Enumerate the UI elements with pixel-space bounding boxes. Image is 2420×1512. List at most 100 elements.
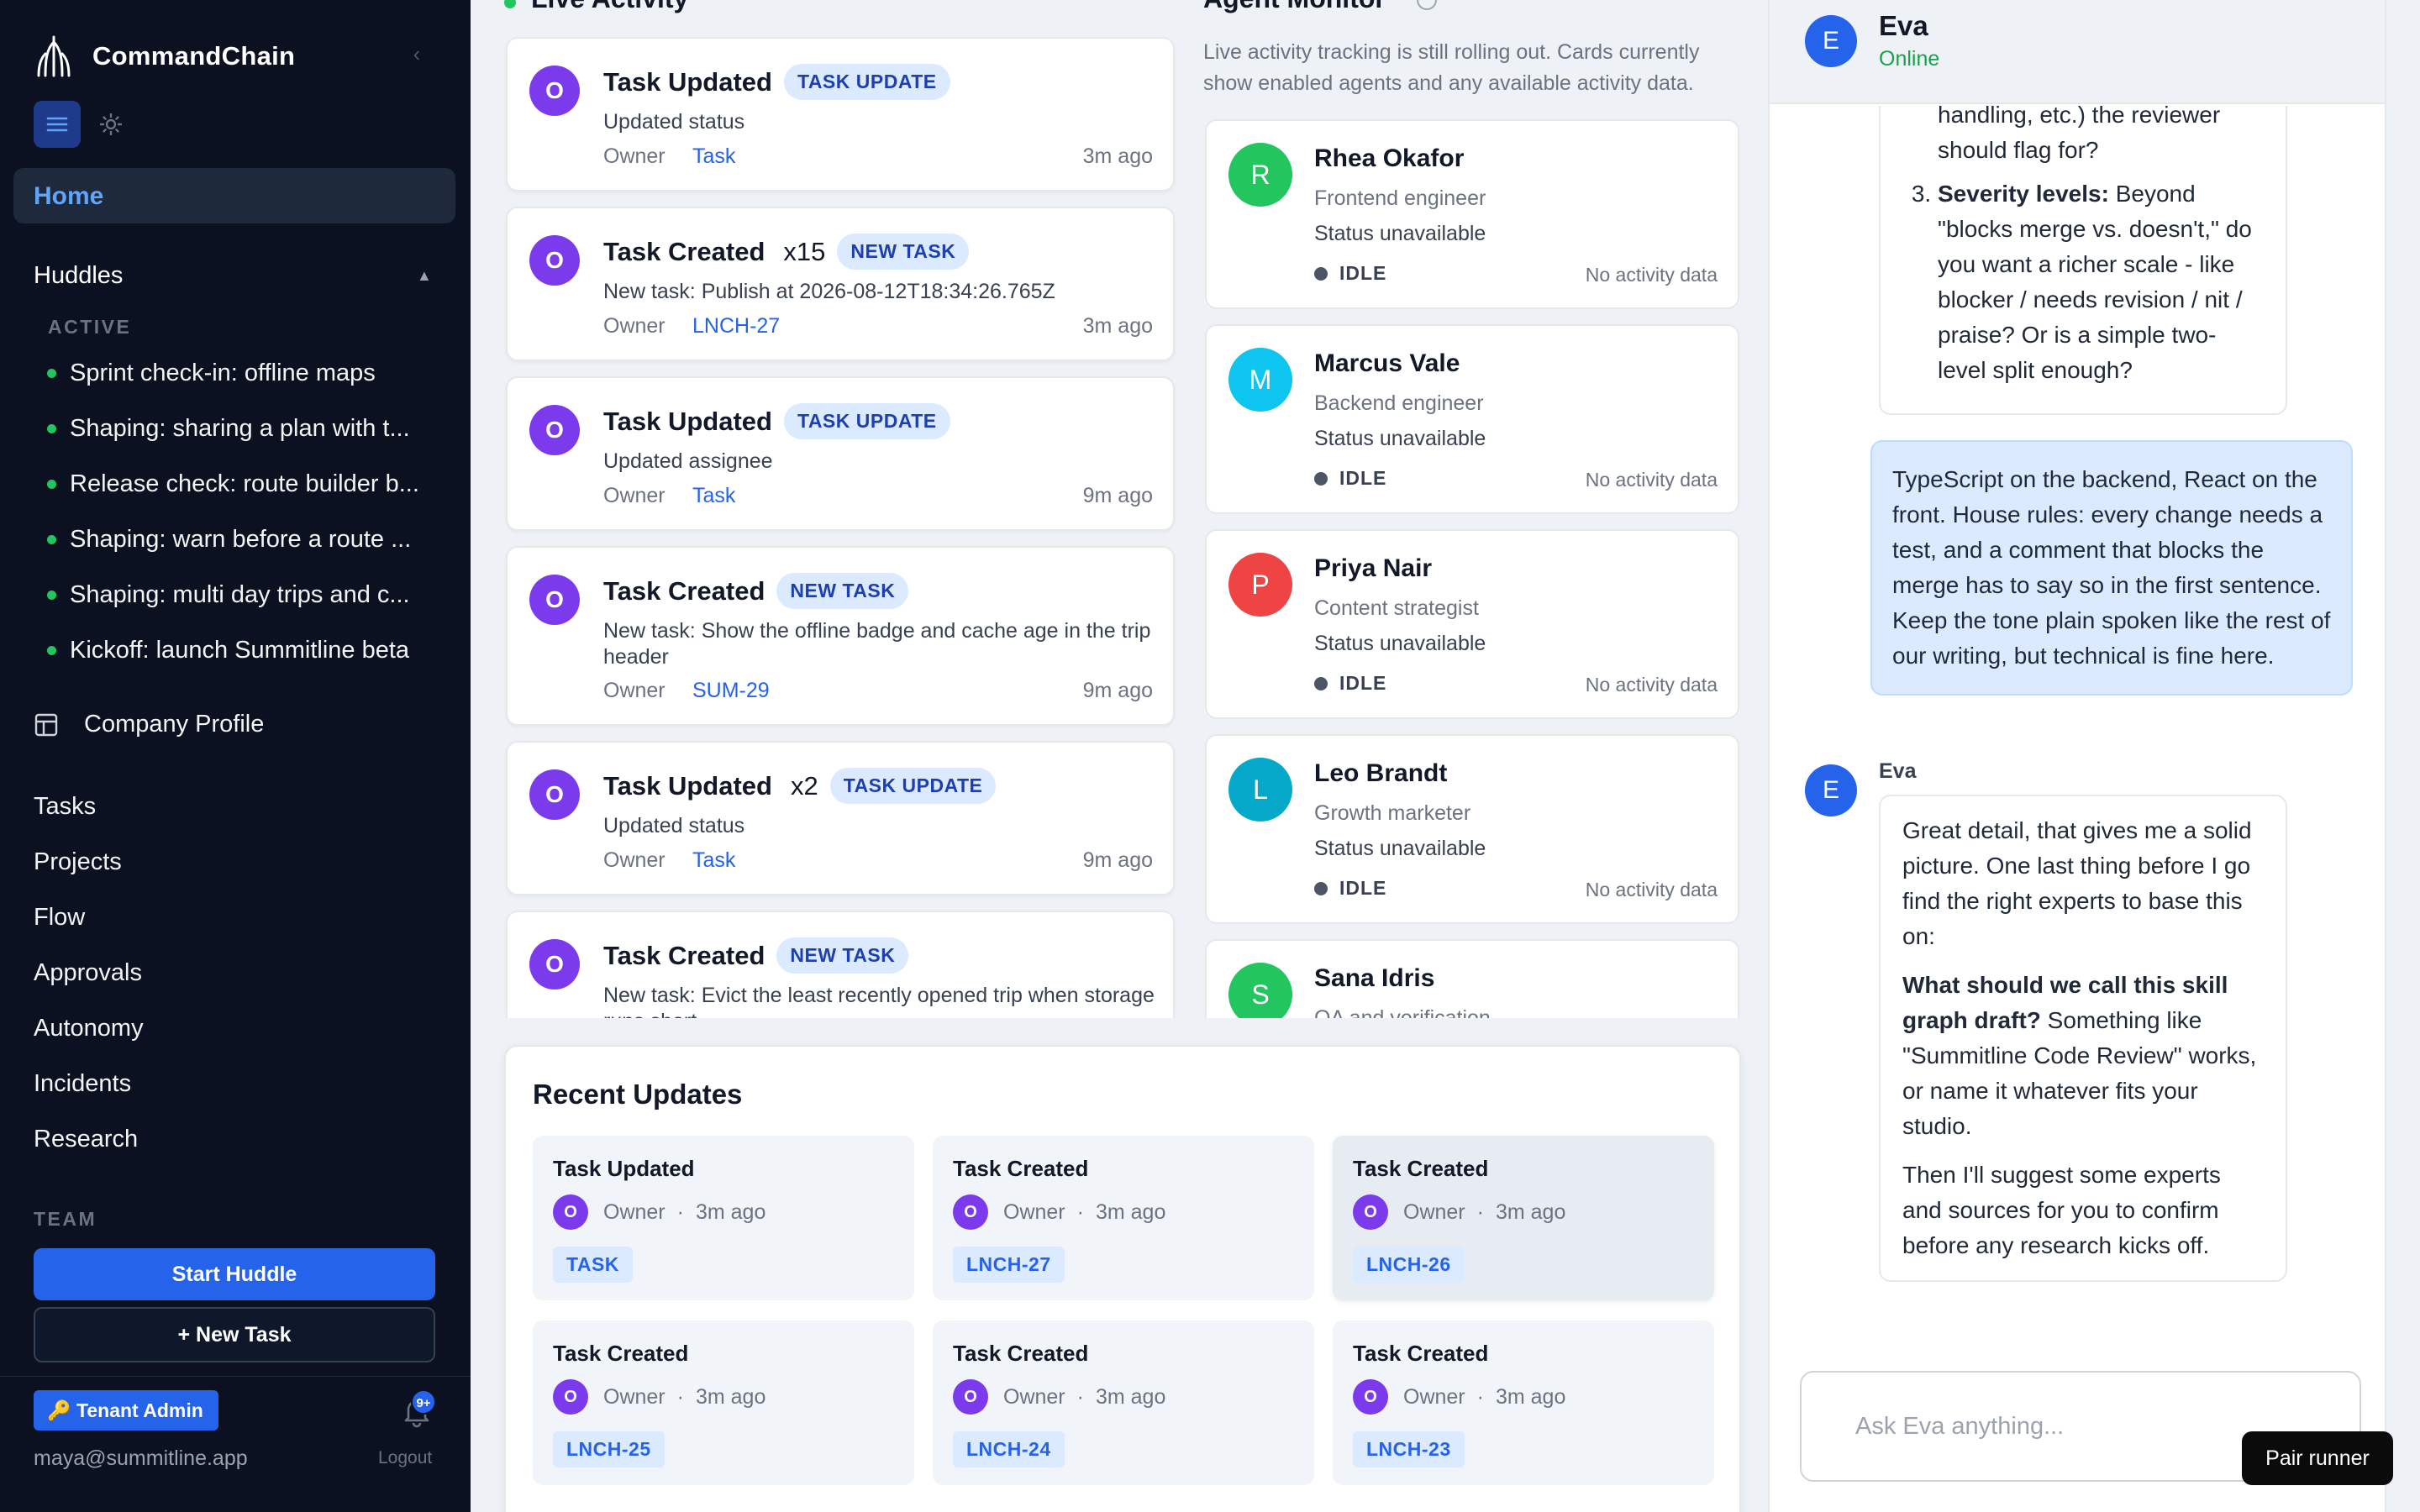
sidebar-item-approvals[interactable]: Approvals <box>34 959 142 987</box>
agent-card[interactable]: S Sana Idris QA and verification <box>1205 939 1739 1018</box>
agent-name: Sana Idris <box>1314 964 1435 992</box>
huddle-item[interactable]: Sprint check-in: offline maps <box>47 356 442 390</box>
avatar: O <box>529 769 580 820</box>
tenant-admin-badge[interactable]: 🔑 Tenant Admin <box>34 1390 218 1431</box>
avatar: O <box>1353 1194 1388 1230</box>
idle-dot-icon <box>1314 676 1328 690</box>
new-task-badge: NEW TASK <box>837 234 970 270</box>
activity-card[interactable]: O Task Created NEW TASK New task: Show t… <box>506 546 1175 726</box>
agent-status: Status unavailable <box>1314 837 1486 860</box>
agent-avatar: S <box>1228 963 1292 1018</box>
sidebar-item-company-profile[interactable]: Company Profile <box>34 711 264 738</box>
activity-description: New task: Publish at 2026-08-12T18:34:26… <box>603 280 1055 303</box>
task-tag[interactable]: TASK <box>553 1247 633 1283</box>
avatar: O <box>529 575 580 625</box>
sidebar-item-research[interactable]: Research <box>34 1126 138 1153</box>
caret-up-icon[interactable]: ▲ <box>417 267 432 285</box>
huddle-item[interactable]: Shaping: multi day trips and c... <box>47 578 442 612</box>
activity-owner: Owner <box>603 484 666 507</box>
task-tag[interactable]: LNCH-27 <box>953 1247 1065 1283</box>
status-dot-icon <box>47 590 56 600</box>
activity-task-link[interactable]: LNCH-27 <box>692 314 780 339</box>
gear-icon[interactable] <box>87 101 134 148</box>
avatar: O <box>953 1379 988 1415</box>
activity-time: 3m ago <box>1082 314 1153 338</box>
agent-name: Marcus Vale <box>1314 349 1460 377</box>
activity-title: Task Updated TASK UPDATE <box>603 64 950 100</box>
recent-update-card[interactable]: Task Created O Owner · 3m ago LNCH-26 <box>1333 1136 1714 1300</box>
chat-input[interactable] <box>1855 1408 2292 1445</box>
start-huddle-button[interactable]: Start Huddle <box>34 1248 435 1300</box>
agent-state: IDLE <box>1314 672 1386 695</box>
user-message: TypeScript on the backend, React on the … <box>1870 440 2353 696</box>
agent-state: IDLE <box>1314 877 1386 900</box>
huddle-item[interactable]: Shaping: warn before a route ... <box>47 522 442 556</box>
avatar: O <box>1353 1379 1388 1415</box>
task-update-badge: TASK UPDATE <box>783 64 950 100</box>
sidebar-item-incidents[interactable]: Incidents <box>34 1070 131 1098</box>
pair-runner-button[interactable]: Pair runner <box>2242 1431 2393 1485</box>
activity-description: Updated status <box>603 110 745 134</box>
activity-card[interactable]: O Task Updated TASK UPDATE Updated statu… <box>506 37 1175 192</box>
agent-activity: No activity data <box>1585 879 1718 900</box>
recent-update-card[interactable]: Task Created O Owner · 3m ago LNCH-27 <box>933 1136 1314 1300</box>
activity-owner: Owner <box>603 679 666 702</box>
recent-update-card[interactable]: Task Updated O Owner · 3m ago TASK <box>533 1136 914 1300</box>
sidebar-item-home[interactable]: Home <box>13 168 455 223</box>
agent-monitor-description: Live activity tracking is still rolling … <box>1203 40 1700 95</box>
task-update-badge: TASK UPDATE <box>783 403 950 439</box>
agent-card[interactable]: L Leo Brandt Growth marketer Status unav… <box>1205 734 1739 924</box>
activity-card[interactable]: O Task Updated x2 TASK UPDATE Updated st… <box>506 741 1175 895</box>
agent-name: Priya Nair <box>1314 554 1433 582</box>
activity-task-link[interactable]: Task <box>692 144 735 169</box>
live-activity-list[interactable]: O Task Updated TASK UPDATE Updated statu… <box>504 37 1176 1018</box>
agent-avatar: P <box>1228 553 1292 617</box>
recent-update-card[interactable]: Task Created O Owner · 3m ago LNCH-25 <box>533 1320 914 1485</box>
recent-update-card[interactable]: Task Created O Owner · 3m ago LNCH-23 <box>1333 1320 1714 1485</box>
activity-task-link[interactable]: Task <box>692 484 735 508</box>
agent-role: Frontend engineer <box>1314 186 1486 210</box>
huddles-section-header[interactable]: Huddles <box>34 262 123 290</box>
task-tag[interactable]: LNCH-26 <box>1353 1247 1465 1283</box>
brand-name: CommandChain <box>92 41 296 71</box>
active-huddles-label: ACTIVE <box>48 316 132 338</box>
agent-monitor-list[interactable]: R Rhea Okafor Frontend engineer Status u… <box>1203 116 1741 1018</box>
activity-card[interactable]: O Task Updated TASK UPDATE Updated assig… <box>506 376 1175 531</box>
divider <box>0 1376 471 1377</box>
sidebar-item-autonomy[interactable]: Autonomy <box>34 1015 144 1042</box>
agent-activity: No activity data <box>1585 469 1718 491</box>
agent-card[interactable]: R Rhea Okafor Frontend engineer Status u… <box>1205 119 1739 309</box>
task-tag[interactable]: LNCH-23 <box>1353 1431 1465 1467</box>
team-section-label: TEAM <box>34 1208 97 1230</box>
avatar: O <box>529 405 580 455</box>
recent-update-card[interactable]: Task Created O Owner · 3m ago LNCH-24 <box>933 1320 1314 1485</box>
recent-update-title: Task Updated <box>553 1156 695 1181</box>
sidebar-item-projects[interactable]: Projects <box>34 848 122 876</box>
task-tag[interactable]: LNCH-24 <box>953 1431 1065 1467</box>
new-task-button[interactable]: + New Task <box>34 1307 435 1362</box>
agent-card[interactable]: P Priya Nair Content strategist Status u… <box>1205 529 1739 719</box>
recent-update-meta: O Owner · 3m ago <box>553 1194 765 1230</box>
chat-messages[interactable]: handling, etc.) the reviewer should flag… <box>1770 106 2385 1344</box>
sidebar-item-tasks[interactable]: Tasks <box>34 793 96 821</box>
activity-task-link[interactable]: SUM-29 <box>692 679 770 703</box>
activity-card[interactable]: O Task Created x15 NEW TASK New task: Pu… <box>506 207 1175 361</box>
huddle-item[interactable]: Kickoff: launch Summitline beta <box>47 633 442 667</box>
activity-description: New task: Show the offline badge and cac… <box>603 619 1151 669</box>
huddle-item[interactable]: Release check: route builder b... <box>47 467 442 501</box>
activity-description: Updated status <box>603 814 745 837</box>
menu-icon[interactable] <box>34 101 81 148</box>
brand[interactable]: CommandChain <box>34 34 295 79</box>
info-icon[interactable] <box>1417 0 1437 10</box>
activity-card[interactable]: O Task Created NEW TASK New task: Evict … <box>506 911 1175 1018</box>
huddle-item[interactable]: Shaping: sharing a plan with t... <box>47 412 442 445</box>
agent-state: IDLE <box>1314 467 1386 490</box>
sidebar-item-flow[interactable]: Flow <box>34 904 85 932</box>
logout-link[interactable]: Logout <box>378 1448 432 1468</box>
task-tag[interactable]: LNCH-25 <box>553 1431 665 1467</box>
activity-owner: Owner <box>603 144 666 168</box>
agent-card[interactable]: M Marcus Vale Backend engineer Status un… <box>1205 324 1739 514</box>
agent-avatar: L <box>1228 758 1292 822</box>
collapse-sidebar-chevron-icon[interactable]: ‹ <box>405 42 429 66</box>
activity-task-link[interactable]: Task <box>692 848 735 873</box>
